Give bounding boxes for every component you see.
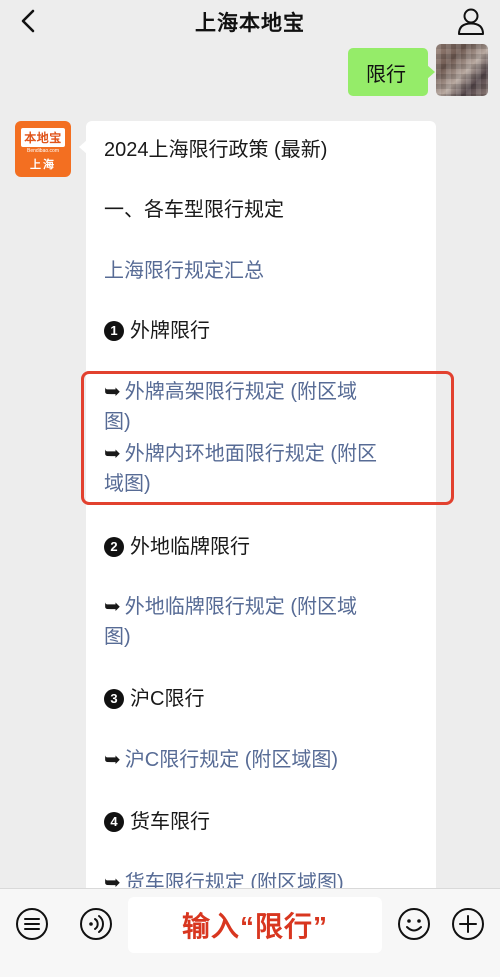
incoming-message-card: 2024上海限行政策 (最新) 一、各车型限行规定 上海限行规定汇总 1 外牌限行… xyxy=(79,121,436,921)
self-avatar[interactable] xyxy=(436,44,488,96)
outgoing-message-text: 限行 xyxy=(366,63,406,86)
category-label: 货车限行 xyxy=(130,811,210,833)
link-text-cont: 图) xyxy=(104,626,131,648)
number-badge: 4 xyxy=(104,812,124,832)
emoji-icon[interactable] xyxy=(396,906,432,942)
chevron-left-icon[interactable] xyxy=(14,6,44,36)
category-label: 外地临牌限行 xyxy=(130,536,250,558)
bot-logo-url: Bendibao.com xyxy=(27,148,59,154)
input-bar: 输入“限行” xyxy=(0,888,500,977)
link-text: 外牌高架限行规定 (附区域 xyxy=(124,381,357,403)
message-input[interactable]: 输入“限行” xyxy=(128,897,382,953)
number-badge: 2 xyxy=(104,537,124,557)
category-item-3: 3 沪C限行 xyxy=(104,684,424,714)
input-text: 输入“限行” xyxy=(181,911,328,942)
chat-header: 上海本地宝 xyxy=(0,0,500,44)
user-icon[interactable] xyxy=(454,4,488,38)
chat-screen: 上海本地宝 限行 本地宝 Bendibao.com 上海 2024上海限行政策 … xyxy=(0,0,500,977)
category-item-1: 1 外牌限行 xyxy=(104,316,424,346)
category-item-2: 2 外地临牌限行 xyxy=(104,532,424,562)
bot-logo-city: 上海 xyxy=(30,159,56,171)
arrow-icon: ➥ xyxy=(104,443,121,465)
category-item-4: 4 货车限行 xyxy=(104,807,424,837)
link-text: 外地临牌限行规定 (附区域 xyxy=(124,596,357,618)
plus-circle-icon[interactable] xyxy=(450,906,486,942)
card-title: 2024上海限行政策 (最新) xyxy=(104,139,328,161)
huc-link[interactable]: ➥ 沪C限行规定 (附区域图) xyxy=(104,745,424,775)
number-badge: 3 xyxy=(104,689,124,709)
link-text-cont: 域图) xyxy=(104,473,151,495)
arrow-icon: ➥ xyxy=(104,381,121,403)
voice-icon[interactable] xyxy=(78,906,114,942)
link-text: 沪C限行规定 (附区域图) xyxy=(124,749,339,771)
link-text: 外牌内环地面限行规定 (附区 xyxy=(124,443,377,465)
bot-avatar[interactable]: 本地宝 Bendibao.com 上海 xyxy=(15,121,71,177)
outgoing-message-bubble[interactable]: 限行 xyxy=(348,48,435,96)
waipai-gaojia-link[interactable]: ➥ 外牌高架限行规定 (附区域 图) xyxy=(104,377,424,437)
section-heading: 一、各车型限行规定 xyxy=(104,199,284,221)
category-label: 外牌限行 xyxy=(130,320,210,342)
link-text-cont: 图) xyxy=(104,411,131,433)
bot-logo-text: 本地宝 xyxy=(21,128,65,147)
number-badge: 1 xyxy=(104,321,124,341)
arrow-icon: ➥ xyxy=(104,749,121,771)
avatar-mosaic xyxy=(436,44,488,96)
arrow-icon: ➥ xyxy=(104,596,121,618)
summary-link[interactable]: 上海限行规定汇总 xyxy=(104,256,424,286)
menu-list-icon[interactable] xyxy=(14,906,50,942)
category-label: 沪C限行 xyxy=(130,688,205,710)
waipai-neihuan-link[interactable]: ➥ 外牌内环地面限行规定 (附区 域图) xyxy=(104,439,424,499)
linpai-link[interactable]: ➥ 外地临牌限行规定 (附区域 图) xyxy=(104,592,424,652)
chat-title: 上海本地宝 xyxy=(195,12,305,35)
